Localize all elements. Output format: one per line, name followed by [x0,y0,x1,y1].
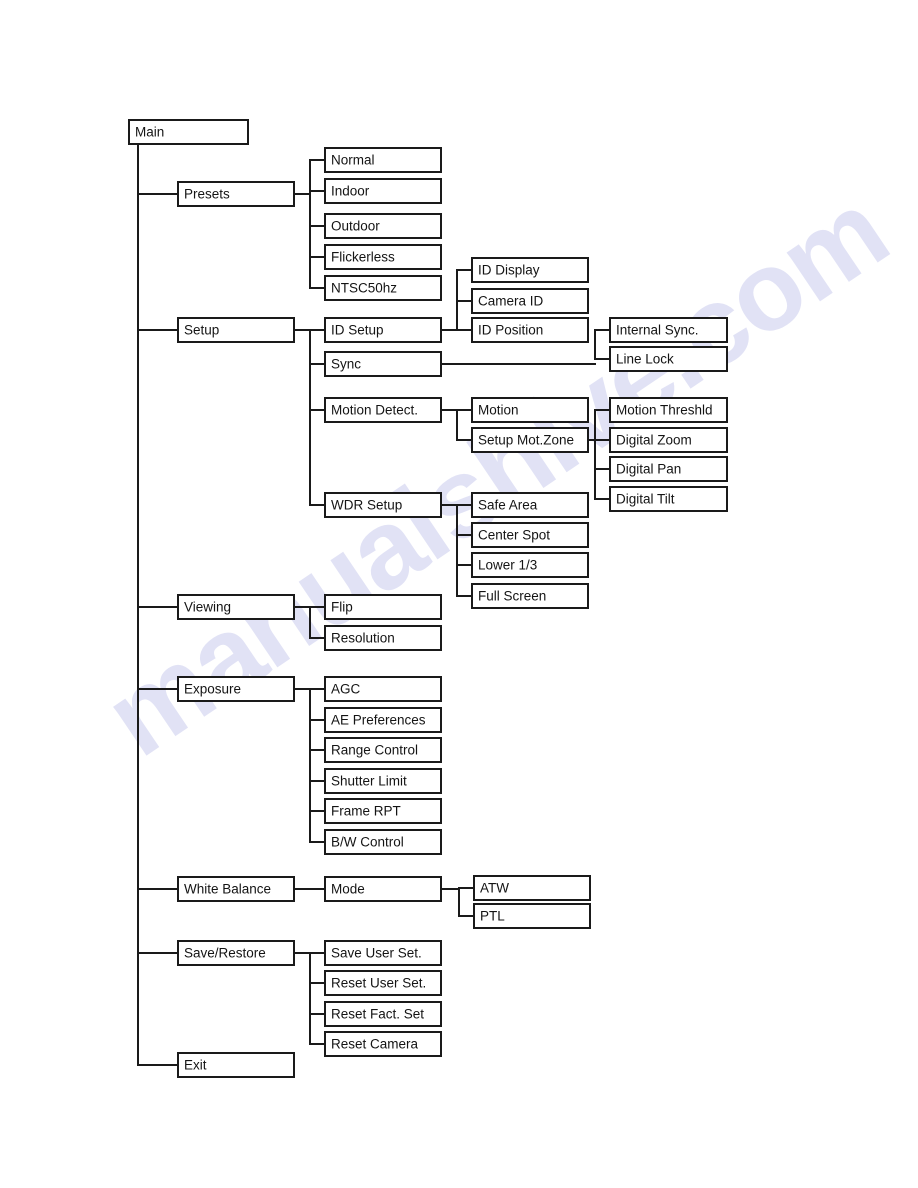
node-reset-user-set[interactable]: Reset User Set. [324,970,442,996]
node-label-normal: Normal [331,153,375,168]
node-label-digital-pan: Digital Pan [616,462,681,477]
node-mode[interactable]: Mode [324,876,442,902]
node-label-digital-tilt: Digital Tilt [616,492,675,507]
node-flip[interactable]: Flip [324,594,442,620]
node-label-reset-camera: Reset Camera [331,1037,419,1052]
node-label-shutter-limit: Shutter Limit [331,774,407,789]
node-label-id-setup: ID Setup [331,323,384,338]
node-resolution[interactable]: Resolution [324,625,442,651]
node-label-setup-mot-zone: Setup Mot.Zone [478,433,574,448]
node-label-indoor: Indoor [331,184,370,199]
node-ae-preferences[interactable]: AE Preferences [324,707,442,733]
node-label-presets: Presets [184,187,230,202]
node-label-setup: Setup [184,323,219,338]
node-label-reset-fact-set: Reset Fact. Set [331,1007,424,1022]
node-setup[interactable]: Setup [177,317,295,343]
node-label-reset-user-set: Reset User Set. [331,976,426,991]
menu-tree-diagram: manualshive.com Main Presets Setup Viewi… [0,0,918,1188]
node-label-camera-id: Camera ID [478,294,544,309]
node-shutter-limit[interactable]: Shutter Limit [324,768,442,794]
node-label-exposure: Exposure [184,682,241,697]
node-flickerless[interactable]: Flickerless [324,244,442,270]
node-exposure[interactable]: Exposure [177,676,295,702]
node-label-range-control: Range Control [331,743,418,758]
node-layer: Main Presets Setup Viewing Exposure White Bal… [128,119,728,1078]
node-label-mode: Mode [331,882,365,897]
node-reset-fact-set[interactable]: Reset Fact. Set [324,1001,442,1027]
node-range-control[interactable]: Range Control [324,737,442,763]
node-label-save-user-set: Save User Set. [331,946,422,961]
node-center-spot[interactable]: Center Spot [471,522,589,548]
node-bw-control[interactable]: B/W Control [324,829,442,855]
node-label-white-balance: White Balance [184,882,271,897]
node-label-safe-area: Safe Area [478,498,538,513]
node-label-lower-13: Lower 1/3 [478,558,537,573]
node-atw[interactable]: ATW [473,875,591,901]
node-digital-pan[interactable]: Digital Pan [609,456,728,482]
node-motion-threshld[interactable]: Motion Threshld [609,397,728,423]
node-motion[interactable]: Motion [471,397,589,423]
node-label-flip: Flip [331,600,353,615]
node-motion-detect[interactable]: Motion Detect. [324,397,442,423]
node-id-setup[interactable]: ID Setup [324,317,442,343]
node-label-center-spot: Center Spot [478,528,550,543]
node-indoor[interactable]: Indoor [324,178,442,204]
node-lower-13[interactable]: Lower 1/3 [471,552,589,578]
node-label-viewing: Viewing [184,600,231,615]
node-label-exit: Exit [184,1058,207,1073]
node-viewing[interactable]: Viewing [177,594,295,620]
node-label-motion: Motion [478,403,519,418]
node-save-user-set[interactable]: Save User Set. [324,940,442,966]
node-frame-rpt[interactable]: Frame RPT [324,798,442,824]
node-line-lock[interactable]: Line Lock [609,346,728,372]
node-label-frame-rpt: Frame RPT [331,804,401,819]
node-setup-mot-zone[interactable]: Setup Mot.Zone [471,427,589,453]
node-ptl[interactable]: PTL [473,903,591,929]
node-exit[interactable]: Exit [177,1052,295,1078]
node-label-outdoor: Outdoor [331,219,380,234]
node-label-save-restore: Save/Restore [184,946,266,961]
node-id-position[interactable]: ID Position [471,317,589,343]
node-outdoor[interactable]: Outdoor [324,213,442,239]
node-label-agc: AGC [331,682,361,697]
node-label-atw: ATW [480,881,509,896]
node-label-motion-detect: Motion Detect. [331,403,418,418]
node-internal-sync[interactable]: Internal Sync. [609,317,728,343]
node-label-resolution: Resolution [331,631,395,646]
menu-tree-canvas: manualshive.com MainPresetsSetupViewingE… [84,119,908,1078]
node-label-motion-threshld: Motion Threshld [616,403,713,418]
node-save-restore[interactable]: Save/Restore [177,940,295,966]
node-camera-id[interactable]: Camera ID [471,288,589,314]
node-digital-zoom[interactable]: Digital Zoom [609,427,728,453]
node-digital-tilt[interactable]: Digital Tilt [609,486,728,512]
node-reset-camera[interactable]: Reset Camera [324,1031,442,1057]
node-label-bw-control: B/W Control [331,835,404,850]
node-ntsc50hz[interactable]: NTSC50hz [324,275,442,301]
node-label-sync: Sync [331,357,361,372]
node-label-ntsc50hz: NTSC50hz [331,281,397,296]
node-full-screen[interactable]: Full Screen [471,583,589,609]
node-sync[interactable]: Sync [324,351,442,377]
node-label-id-position: ID Position [478,323,543,338]
node-label-flickerless: Flickerless [331,250,395,265]
node-normal[interactable]: Normal [324,147,442,173]
node-presets[interactable]: Presets [177,181,295,207]
node-label-wdr-setup: WDR Setup [331,498,402,513]
node-label-full-screen: Full Screen [478,589,546,604]
node-label-ae-preferences: AE Preferences [331,713,426,728]
node-label-line-lock: Line Lock [616,352,674,367]
node-label-main: Main [135,125,164,140]
node-agc[interactable]: AGC [324,676,442,702]
node-white-balance[interactable]: White Balance [177,876,295,902]
node-label-id-display: ID Display [478,263,540,278]
node-safe-area[interactable]: Safe Area [471,492,589,518]
node-label-ptl: PTL [480,909,505,924]
node-wdr-setup[interactable]: WDR Setup [324,492,442,518]
node-label-internal-sync: Internal Sync. [616,323,699,338]
node-label-digital-zoom: Digital Zoom [616,433,692,448]
node-id-display[interactable]: ID Display [471,257,589,283]
node-main[interactable]: Main [128,119,249,145]
